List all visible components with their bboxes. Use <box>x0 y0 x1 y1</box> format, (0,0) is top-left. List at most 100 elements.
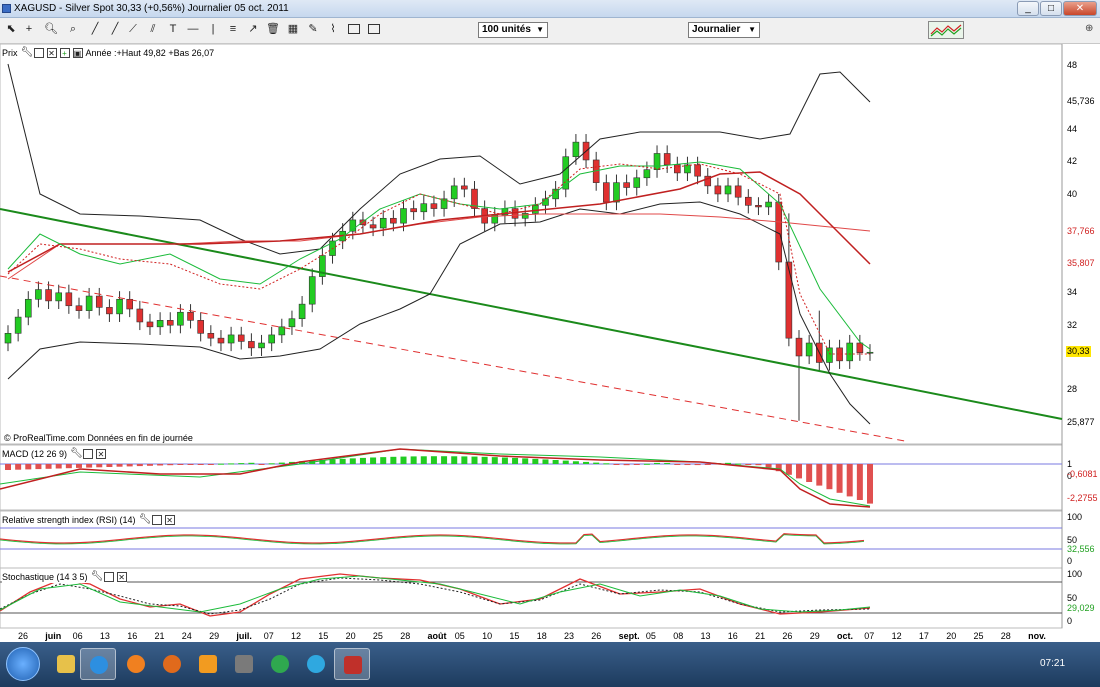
candle-body <box>410 208 417 213</box>
macd-histogram-bar <box>806 464 813 482</box>
windows-taskbar: 07:21 <box>0 642 1100 687</box>
price-panel-label: Prix <box>2 47 18 58</box>
macd-histogram-bar <box>136 464 143 467</box>
brush-icon[interactable]: ⌇ <box>326 22 340 36</box>
macd-histogram-bar <box>522 458 529 464</box>
taskbar-chrome[interactable] <box>262 648 298 680</box>
x-axis-tick-label: 13 <box>701 631 711 641</box>
candle-body <box>45 289 52 302</box>
draw-icon[interactable]: ✎ <box>306 22 320 36</box>
title-bar: XAGUSD - Silver Spot 30,33 (+0,56%) Jour… <box>0 0 1100 18</box>
candle-body <box>785 261 793 339</box>
close-panel-icon[interactable]: ✕ <box>46 47 57 58</box>
macd-histogram-bar <box>238 463 245 465</box>
x-axis-tick-label: 17 <box>919 631 929 641</box>
window-icon[interactable] <box>103 571 114 582</box>
taskbar-prorealtime[interactable] <box>334 648 370 680</box>
overlay-icon[interactable]: ▣ <box>72 47 83 58</box>
close-panel-icon[interactable]: ✕ <box>164 514 175 525</box>
start-button[interactable] <box>6 647 40 681</box>
close-button[interactable]: ✕ <box>1063 1 1097 16</box>
text-icon[interactable]: T <box>166 22 180 36</box>
taskbar-explorer[interactable] <box>48 648 84 680</box>
chart-area[interactable]: 26 juin 06 13 16 21 24 29 juil. 07 12 15 20 25 28 août 0… <box>0 44 1100 642</box>
macd-histogram-bar <box>420 456 427 464</box>
ray-icon[interactable]: ⟋ <box>126 22 140 36</box>
pin-icon[interactable]: ⊕ <box>1085 23 1093 34</box>
macd-histogram-bar <box>765 464 772 468</box>
horizontal-line-icon[interactable]: — <box>186 22 200 36</box>
candle-body <box>85 295 93 311</box>
window-icon[interactable] <box>151 514 162 525</box>
wrench-icon[interactable]: 🔧︎ <box>139 514 152 525</box>
candle-body <box>856 342 864 354</box>
channel-icon[interactable]: ⫽ <box>146 22 160 36</box>
candle-body <box>755 205 762 208</box>
macd-histogram-bar <box>268 463 275 465</box>
x-axis-tick-label: 29 <box>209 631 219 641</box>
line-icon[interactable]: ╱ <box>108 22 122 36</box>
macd-histogram-bar <box>167 464 174 466</box>
delete-icon[interactable]: 🗑︎ <box>266 22 280 36</box>
candle-body <box>420 203 428 213</box>
window-title: XAGUSD - Silver Spot 30,33 (+0,56%) Jour… <box>14 3 289 14</box>
trendline-icon[interactable]: ╱ <box>88 22 102 36</box>
candle-body <box>268 334 275 344</box>
vertical-line-icon[interactable]: | <box>206 22 220 36</box>
rectangle-icon[interactable] <box>348 24 360 34</box>
minimize-button[interactable]: _ <box>1017 1 1039 16</box>
candle-body <box>714 185 722 195</box>
candle-body <box>217 337 225 344</box>
taskbar-media[interactable] <box>118 648 154 680</box>
window-icon[interactable] <box>83 448 94 459</box>
x-axis-tick-label: 20 <box>946 631 956 641</box>
crosshair-icon[interactable]: + <box>22 22 36 36</box>
x-axis-tick-label: 29 <box>810 631 820 641</box>
units-select[interactable]: 100 unités ▼ <box>478 22 548 38</box>
macd-histogram-bar <box>461 456 468 464</box>
candle-body <box>532 205 539 214</box>
taskbar-vlc[interactable] <box>190 648 226 680</box>
period-select[interactable]: Journalier ▼ <box>688 22 760 38</box>
taskbar-skype[interactable] <box>298 648 334 680</box>
zoom-icon-2[interactable]: ⌕ <box>66 22 80 36</box>
x-axis-tick-label: 16 <box>127 631 137 641</box>
wrench-icon[interactable]: 🔧︎ <box>70 448 83 459</box>
arrow-icon[interactable]: ↗ <box>246 22 260 36</box>
candle-body <box>734 185 742 198</box>
wrench-icon[interactable]: 🔧︎ <box>21 47 34 58</box>
macd-histogram-bar <box>836 464 843 493</box>
add-indicator-icon[interactable]: + <box>59 47 70 58</box>
zoom-icon[interactable]: 🔍︎ <box>44 22 58 36</box>
macd-histogram-bar <box>359 457 366 464</box>
candle-body <box>308 276 316 305</box>
window-icon[interactable] <box>33 47 44 58</box>
chart-canvas[interactable]: 26 juin 06 13 16 21 24 29 juil. 07 12 15 20 25 28 août 0… <box>0 44 1100 642</box>
macd-histogram-bar <box>55 464 62 469</box>
wrench-icon[interactable]: 🔧︎ <box>91 571 104 582</box>
taskbar-app[interactable] <box>226 648 262 680</box>
maximize-button[interactable]: □ <box>1040 1 1062 16</box>
candle-body <box>156 320 164 328</box>
taskbar-firefox[interactable] <box>154 648 190 680</box>
close-panel-icon[interactable]: ✕ <box>116 571 127 582</box>
ellipse-icon[interactable] <box>368 24 380 34</box>
candle-body <box>24 298 32 318</box>
x-axis-tick-label: 07 <box>264 631 274 641</box>
price-axis-tick: 32 <box>1067 320 1078 330</box>
pointer-icon[interactable]: ⬉ <box>4 22 18 36</box>
macd-histogram-bar <box>248 462 255 464</box>
fibonacci-icon[interactable]: ≡ <box>226 22 240 36</box>
indicator-icon[interactable] <box>928 21 964 39</box>
browser-icon <box>90 656 108 674</box>
candle-body <box>248 341 255 349</box>
candle-body <box>643 169 651 179</box>
x-axis-tick-label: 25 <box>974 631 984 641</box>
taskbar-ie[interactable] <box>80 648 116 680</box>
x-axis-tick-label: 24 <box>182 631 192 641</box>
macd-histogram-bar <box>481 456 488 464</box>
macd-histogram-bar <box>45 464 52 469</box>
x-axis-tick-label: 15 <box>318 631 328 641</box>
grid-icon[interactable]: ▦ <box>286 22 300 36</box>
close-panel-icon[interactable]: ✕ <box>96 448 107 459</box>
